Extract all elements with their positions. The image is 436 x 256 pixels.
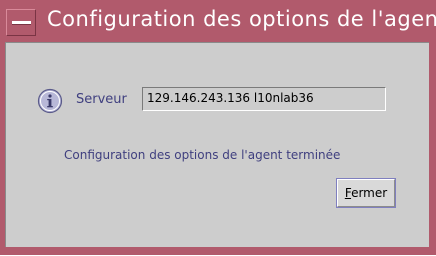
server-field[interactable]: 129.146.243.136 l10nlab36	[142, 87, 386, 111]
close-button-label: ermer	[351, 186, 388, 200]
info-icon	[37, 88, 63, 114]
window-title: Configuration des options de l'agent	[47, 7, 436, 31]
title-bar[interactable]: Configuration des options de l'agent	[3, 3, 436, 40]
dialog-content: Serveur 129.146.243.136 l10nlab36 Config…	[5, 42, 429, 247]
window-menu-icon	[12, 21, 31, 25]
window-menu-button[interactable]	[6, 9, 36, 36]
status-message: Configuration des options de l'agent ter…	[64, 148, 341, 162]
dialog-window: Configuration des options de l'agent Ser…	[0, 0, 436, 255]
server-label: Serveur	[76, 92, 127, 107]
close-button[interactable]: Fermer	[336, 178, 396, 208]
